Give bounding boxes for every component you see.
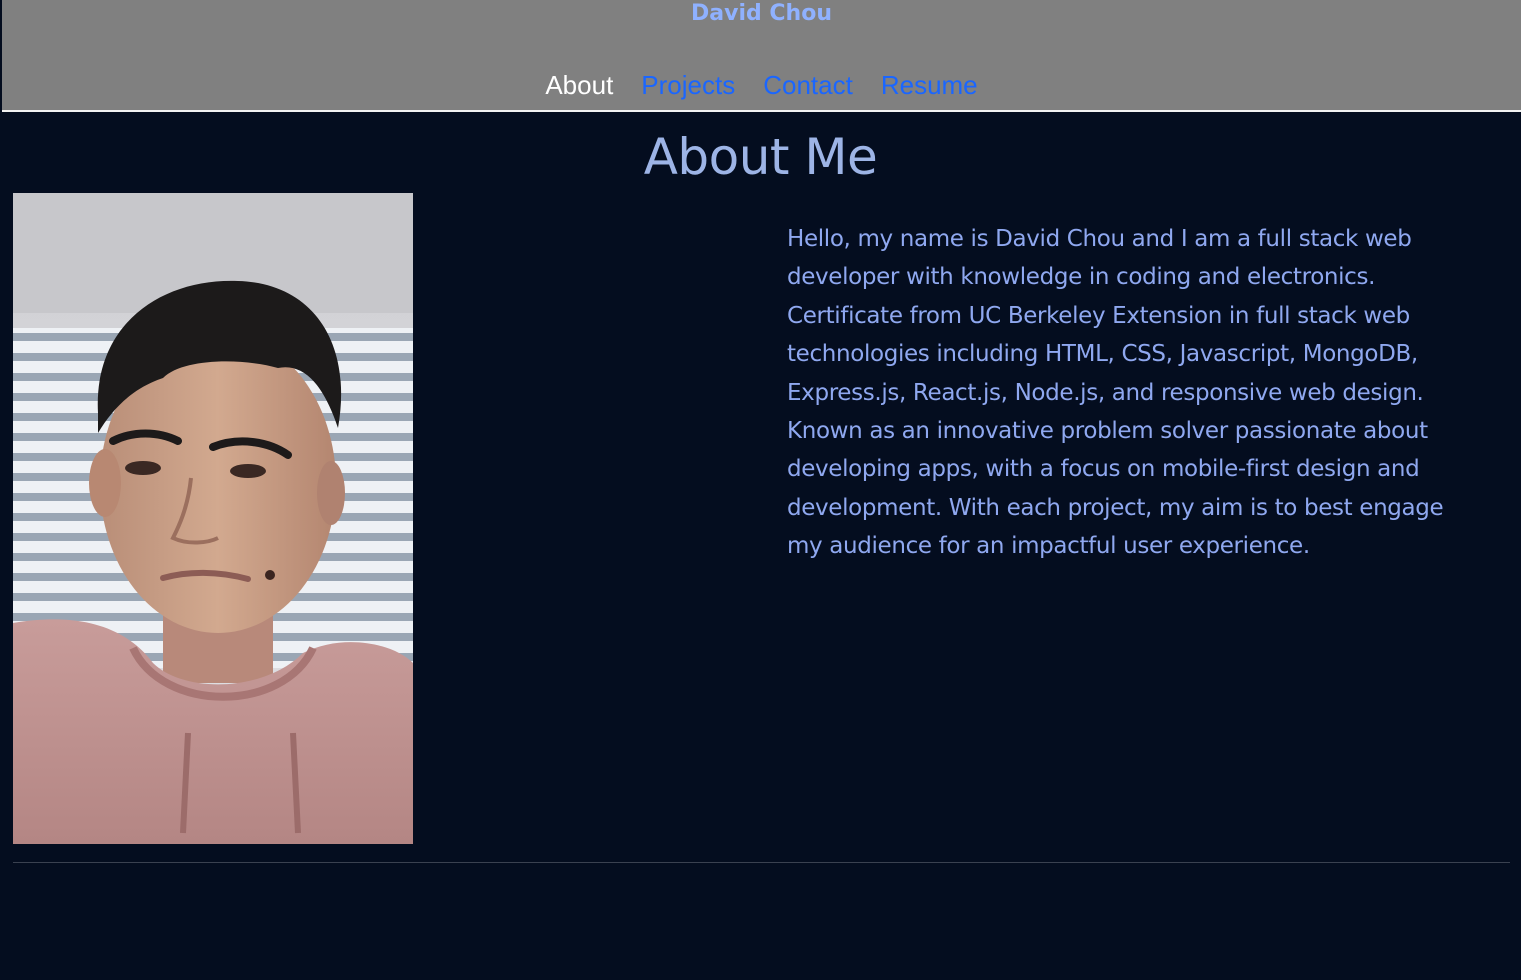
page-title: About Me <box>643 128 878 186</box>
nav-link-contact[interactable]: Contact <box>763 69 853 101</box>
profile-photo <box>13 193 413 844</box>
nav-link-about[interactable]: About <box>545 69 613 101</box>
section-divider <box>13 862 1510 863</box>
nav-link-resume[interactable]: Resume <box>881 69 978 101</box>
bio-text: Hello, my name is David Chou and I am a … <box>787 226 1444 560</box>
site-title[interactable]: David Chou <box>2 1 1521 26</box>
site-header: David Chou About Projects Contact Resume <box>2 0 1521 112</box>
nav-link-projects[interactable]: Projects <box>641 69 735 101</box>
main-nav: About Projects Contact Resume <box>2 69 1521 101</box>
